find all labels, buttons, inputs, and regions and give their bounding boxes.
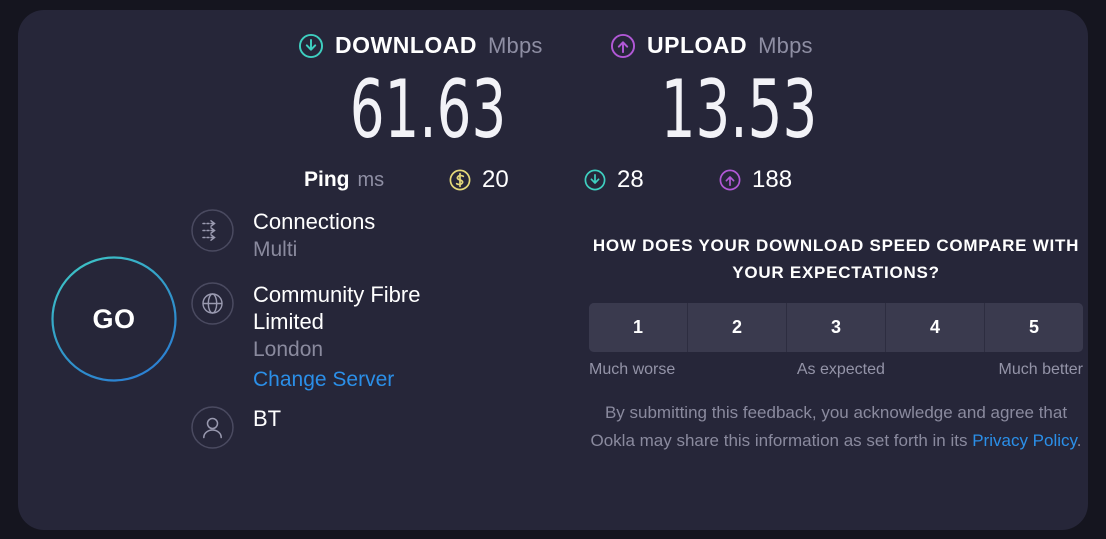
rating-scale[interactable]: 1 2 3 4 5 — [589, 303, 1083, 352]
person-icon — [191, 406, 234, 449]
upload-label: UPLOAD — [647, 32, 748, 58]
server-location: London — [253, 338, 324, 361]
client-text: BT — [253, 403, 281, 432]
download-arrow-circle-icon — [298, 33, 324, 58]
ping-label: Ping — [304, 168, 350, 191]
rating-button-5[interactable]: 5 — [985, 303, 1083, 352]
connection-info-list: Connections Multi Community Fibre Limite… — [190, 206, 520, 454]
upload-speed-value: 13.53 — [660, 63, 818, 156]
download-arrow-circle-icon — [584, 169, 606, 191]
ping-row: Ping ms 20 28 188 — [18, 166, 1088, 200]
rating-scale-labels: Much worse As expected Much better — [589, 361, 1083, 379]
scale-label-low: Much worse — [589, 361, 676, 378]
scale-label-high: Much better — [998, 361, 1083, 378]
upload-arrow-circle-icon — [610, 33, 636, 58]
download-label: DOWNLOAD — [335, 32, 477, 58]
connections-subtitle: Multi — [253, 238, 298, 261]
rating-button-3[interactable]: 3 — [787, 303, 886, 352]
ping-idle-group: 20 — [448, 166, 509, 194]
rating-button-2[interactable]: 2 — [688, 303, 787, 352]
ping-download-value: 28 — [617, 166, 644, 193]
client-isp: BT — [253, 406, 282, 431]
ping-label-group: Ping ms — [304, 168, 384, 192]
ping-idle-value: 20 — [482, 166, 509, 193]
ping-upload-group: 188 — [718, 166, 792, 194]
upload-result-header: UPLOAD Mbps — [610, 32, 813, 59]
upload-unit: Mbps — [758, 32, 813, 58]
rating-button-1[interactable]: 1 — [589, 303, 688, 352]
server-text: Community Fibre Limited London Change Se… — [253, 279, 483, 395]
download-unit: Mbps — [487, 32, 543, 58]
multi-connection-arrows-icon — [191, 209, 234, 252]
scale-label-mid: As expected — [796, 361, 885, 378]
server-name: Community Fibre Limited — [253, 282, 421, 334]
feedback-disclaimer: By submitting this feedback, you acknowl… — [587, 399, 1085, 455]
go-button-ring — [51, 256, 177, 382]
download-speed-value: 61.63 — [349, 63, 507, 156]
change-server-link[interactable]: Change Server — [253, 365, 394, 395]
globe-icon — [191, 282, 234, 325]
connections-text: Connections Multi — [253, 206, 375, 265]
result-card: DOWNLOAD Mbps UPLOAD Mbps 61.63 13.53 Pi… — [18, 10, 1088, 530]
ping-unit: ms — [357, 168, 385, 191]
disclaimer-text-after: . — [1076, 431, 1082, 450]
connections-row[interactable]: Connections Multi — [190, 206, 520, 265]
go-button[interactable]: GO — [41, 246, 187, 392]
client-row[interactable]: BT — [190, 403, 520, 450]
download-result-header: DOWNLOAD Mbps — [298, 32, 543, 59]
ping-upload-value: 188 — [752, 166, 793, 193]
ping-download-group: 28 — [583, 166, 644, 194]
speedtest-result-page: DOWNLOAD Mbps UPLOAD Mbps 61.63 13.53 Pi… — [0, 0, 1106, 539]
feedback-panel: HOW DOES YOUR DOWNLOAD SPEED COMPARE WIT… — [581, 232, 1091, 455]
connections-title: Connections — [253, 209, 376, 234]
privacy-policy-link[interactable]: Privacy Policy — [972, 431, 1077, 450]
feedback-question: HOW DOES YOUR DOWNLOAD SPEED COMPARE WIT… — [592, 236, 1080, 282]
upload-arrow-circle-icon — [719, 169, 741, 191]
idle-latency-icon — [449, 169, 471, 191]
rating-button-4[interactable]: 4 — [886, 303, 985, 352]
server-row[interactable]: Community Fibre Limited London Change Se… — [190, 279, 520, 395]
